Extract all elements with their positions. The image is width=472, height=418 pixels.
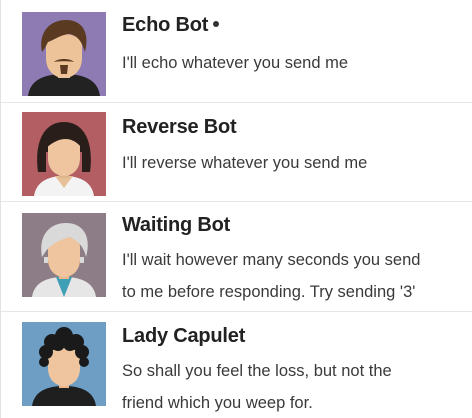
contact-name: Lady Capulet bbox=[122, 325, 246, 347]
contact-name: Reverse Bot bbox=[122, 116, 237, 138]
contact-item-reverse-bot[interactable]: Reverse Bot I'll reverse whatever you se… bbox=[1, 103, 472, 202]
bearded-man-avatar-icon bbox=[22, 12, 106, 96]
online-status-dot bbox=[213, 20, 220, 27]
contact-list: Echo Bot I'll echo whatever you send me … bbox=[0, 0, 472, 418]
contact-description-line: I'll echo whatever you send me bbox=[122, 54, 349, 72]
curly-haired-man-avatar-icon bbox=[22, 322, 106, 406]
contact-name: Waiting Bot bbox=[122, 214, 231, 236]
old-man-avatar-icon bbox=[22, 213, 106, 297]
contact-name: Echo Bot bbox=[122, 14, 220, 37]
contact-description-line: I'll reverse whatever you send me bbox=[122, 154, 368, 172]
contact-item-echo-bot[interactable]: Echo Bot I'll echo whatever you send me bbox=[1, 0, 472, 103]
contact-description-line: So shall you feel the loss, but not the bbox=[122, 362, 392, 380]
contact-description-line: I'll wait however many seconds you send bbox=[122, 251, 421, 269]
woman-avatar-icon bbox=[22, 112, 106, 196]
contact-item-lady-capulet[interactable]: Lady Capulet So shall you feel the loss,… bbox=[1, 312, 472, 418]
contact-item-waiting-bot[interactable]: Waiting Bot I'll wait however many secon… bbox=[1, 202, 472, 312]
contact-description-line: to me before responding. Try sending '3' bbox=[122, 283, 416, 301]
contact-description-line: friend which you weep for. bbox=[122, 394, 313, 412]
